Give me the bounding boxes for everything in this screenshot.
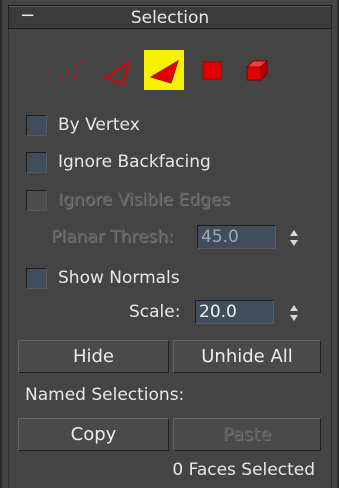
ignore-visible-edges-label: Ignore Visible Edges	[58, 190, 231, 210]
spinner-up-icon	[290, 230, 298, 236]
selection-rollout-panel: − Selection By Vertex Ignore Backfacing …	[0, 0, 339, 488]
ignore-visible-edges-checkbox	[26, 189, 47, 211]
planar-thresh-spinner[interactable]	[284, 224, 304, 251]
vertex-icon	[61, 61, 84, 81]
rollout-title: Selection	[130, 8, 210, 28]
scale-field[interactable]: 20.0	[195, 300, 274, 324]
spinner-up-icon	[290, 305, 298, 311]
ignore-backfacing-label: Ignore Backfacing	[58, 152, 211, 172]
by-vertex-checkbox[interactable]	[26, 114, 47, 136]
face-level-button[interactable]	[144, 50, 184, 90]
show-normals-checkbox[interactable]	[26, 267, 47, 289]
spinner-down-icon	[290, 315, 298, 321]
paste-button: Paste	[173, 418, 321, 451]
hide-button[interactable]: Hide	[18, 340, 169, 373]
polygon-icon	[202, 61, 222, 80]
edge-icon	[102, 59, 131, 86]
ignore-backfacing-option[interactable]: Ignore Backfacing	[26, 150, 211, 174]
show-normals-option[interactable]: Show Normals	[26, 266, 180, 290]
named-selections-label: Named Selections:	[25, 385, 185, 405]
scale-spinner[interactable]	[284, 299, 304, 326]
show-normals-label: Show Normals	[58, 268, 180, 288]
ignore-backfacing-checkbox[interactable]	[26, 151, 47, 173]
vertex-level-button[interactable]	[54, 50, 94, 90]
edge-level-button[interactable]	[99, 50, 139, 90]
ignore-visible-edges-option: Ignore Visible Edges	[26, 188, 230, 212]
copy-button[interactable]: Copy	[18, 418, 169, 451]
planar-thresh-field: 45.0	[197, 225, 276, 249]
polygon-level-button[interactable]	[193, 50, 233, 90]
face-icon	[149, 59, 179, 84]
by-vertex-option[interactable]: By Vertex	[26, 113, 140, 137]
element-icon	[245, 59, 269, 82]
selection-status: 0 Faces Selected	[172, 460, 315, 480]
rollout-header[interactable]: − Selection	[8, 5, 332, 29]
unhide-all-button[interactable]: Unhide All	[173, 340, 321, 373]
by-vertex-label: By Vertex	[58, 115, 140, 135]
spinner-down-icon	[290, 240, 298, 246]
scale-label: Scale:	[129, 302, 181, 322]
planar-thresh-label: Planar Thresh:	[51, 227, 174, 247]
element-level-button[interactable]	[236, 50, 276, 90]
